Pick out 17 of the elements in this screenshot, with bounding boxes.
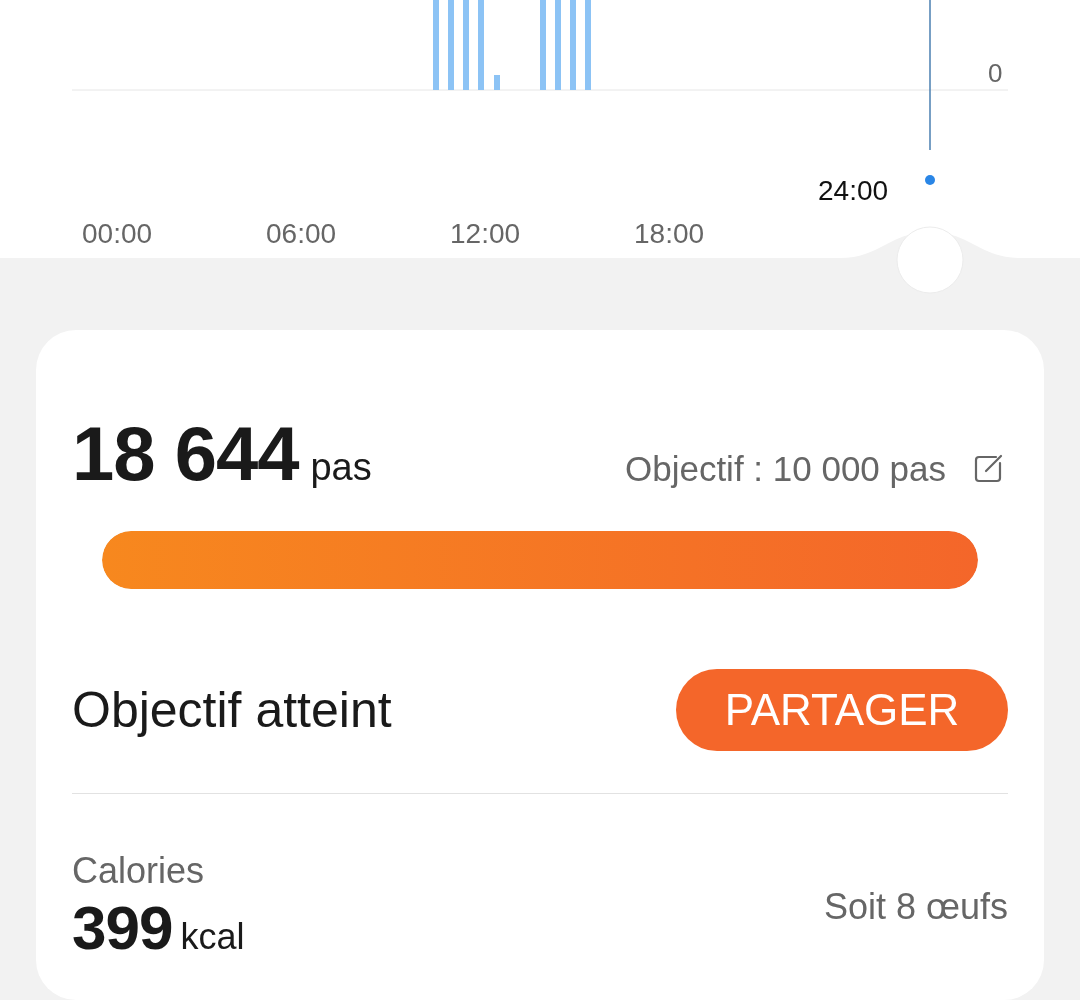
calories-label: Calories	[72, 850, 206, 892]
axis-label: 06:00	[266, 218, 338, 250]
unit-label: kcal	[180, 916, 245, 957]
share-button[interactable]: PARTAGER	[676, 669, 1008, 751]
cursor-dot	[925, 175, 935, 185]
goal-label: Objectif : 10 000 pas	[624, 449, 946, 489]
calories-value: 399	[72, 893, 173, 962]
step-count: 18 644	[72, 410, 299, 497]
axis-label: 12:00	[450, 218, 522, 250]
axis-label: 0	[988, 58, 1003, 89]
axis-label: 18:00	[634, 218, 706, 250]
unit-label: pas	[310, 446, 372, 489]
axis-label: 00:00	[82, 218, 154, 250]
equivalent-text: Soit 8 œufs	[823, 885, 1008, 928]
status-text: Objectif atteint	[72, 681, 392, 739]
edit-icon[interactable]	[972, 453, 1004, 485]
time-label: 24:00	[818, 175, 889, 207]
